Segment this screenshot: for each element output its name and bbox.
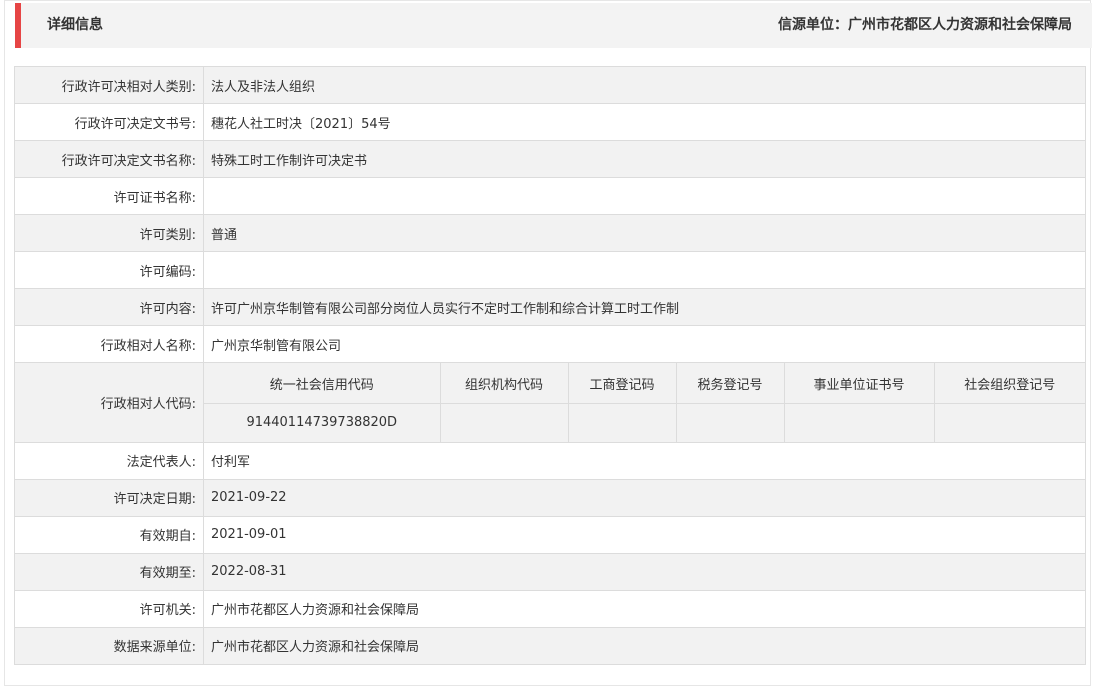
table-row: 有效期至: 2022-08-31 — [14, 552, 1086, 591]
table-row: 法定代表人: 付利军 — [14, 441, 1086, 480]
code-value — [783, 403, 935, 442]
row-label: 许可证书名称: — [14, 177, 204, 215]
row-value: 2021-09-01 — [203, 515, 1086, 554]
table-row: 许可机关: 广州市花都区人力资源和社会保障局 — [14, 589, 1086, 628]
code-header: 社会组织登记号 — [933, 363, 1085, 404]
table-row: 许可决定日期: 2021-09-22 — [14, 478, 1086, 517]
header-accent-bar — [15, 3, 21, 48]
row-value: 2022-08-31 — [203, 552, 1086, 591]
row-value: 付利军 — [203, 441, 1086, 480]
row-value: 特殊工时工作制许可决定书 — [203, 140, 1086, 178]
code-row: 行政相对人代码: 统一社会信用代码 组织机构代码 工商登记码 税务登记号 事业单… — [14, 362, 1086, 443]
row-value: 法人及非法人组织 — [203, 66, 1086, 104]
code-value — [567, 403, 677, 442]
row-value: 广州京华制管有限公司 — [203, 325, 1086, 363]
row-label: 许可内容: — [14, 288, 204, 326]
row-label: 行政许可决定文书名称: — [14, 140, 204, 178]
row-label: 行政许可决定文书号: — [14, 103, 204, 141]
table-row: 行政许可决相对人类别: 法人及非法人组织 — [14, 66, 1086, 104]
table-row: 许可类别: 普通 — [14, 214, 1086, 252]
row-label: 行政许可决相对人类别: — [14, 66, 204, 104]
row-value: 许可广州京华制管有限公司部分岗位人员实行不定时工作制和综合计算工时工作制 — [203, 288, 1086, 326]
table-row: 有效期自: 2021-09-01 — [14, 515, 1086, 554]
code-header: 组织机构代码 — [439, 363, 569, 404]
row-value — [203, 177, 1086, 215]
row-value: 普通 — [203, 214, 1086, 252]
row-label: 有效期至: — [14, 552, 204, 591]
row-value: 广州市花都区人力资源和社会保障局 — [203, 626, 1086, 665]
code-value: 91440114739738820D — [204, 403, 441, 442]
row-label: 行政相对人名称: — [14, 325, 204, 363]
header-source: 信源单位：广州市花都区人力资源和社会保障局 — [778, 17, 1072, 33]
row-value — [203, 251, 1086, 289]
code-header: 事业单位证书号 — [783, 363, 935, 404]
code-header: 统一社会信用代码 — [204, 363, 441, 404]
row-label: 有效期自: — [14, 515, 204, 554]
table-row: 许可内容: 许可广州京华制管有限公司部分岗位人员实行不定时工作制和综合计算工时工… — [14, 288, 1086, 326]
table-row: 许可证书名称: — [14, 177, 1086, 215]
row-value: 穗花人社工时决〔2021〕54号 — [203, 103, 1086, 141]
row-label: 许可机关: — [14, 589, 204, 628]
table-row: 数据来源单位: 广州市花都区人力资源和社会保障局 — [14, 626, 1086, 665]
row-label: 许可类别: — [14, 214, 204, 252]
row-value: 2021-09-22 — [203, 478, 1086, 517]
row-value: 广州市花都区人力资源和社会保障局 — [203, 589, 1086, 628]
table-row: 许可编码: — [14, 251, 1086, 289]
code-header: 税务登记号 — [675, 363, 785, 404]
code-row-value: 统一社会信用代码 组织机构代码 工商登记码 税务登记号 事业单位证书号 社会组织… — [203, 362, 1086, 443]
code-value — [933, 403, 1085, 442]
detail-header: 详细信息 信源单位：广州市花都区人力资源和社会保障局 — [15, 3, 1092, 48]
code-value — [439, 403, 569, 442]
code-subtable: 统一社会信用代码 组织机构代码 工商登记码 税务登记号 事业单位证书号 社会组织… — [204, 363, 1085, 442]
row-label: 法定代表人: — [14, 441, 204, 480]
row-label: 许可编码: — [14, 251, 204, 289]
code-value — [675, 403, 785, 442]
row-label: 许可决定日期: — [14, 478, 204, 517]
table-row: 行政许可决定文书号: 穗花人社工时决〔2021〕54号 — [14, 103, 1086, 141]
code-row-label: 行政相对人代码: — [14, 362, 204, 443]
table-row: 行政许可决定文书名称: 特殊工时工作制许可决定书 — [14, 140, 1086, 178]
code-header: 工商登记码 — [567, 363, 677, 404]
table-row: 行政相对人名称: 广州京华制管有限公司 — [14, 325, 1086, 363]
row-label: 数据来源单位: — [14, 626, 204, 665]
header-title: 详细信息 — [47, 17, 103, 33]
detail-table: 行政许可决相对人类别: 法人及非法人组织 行政许可决定文书号: 穗花人社工时决〔… — [14, 66, 1086, 665]
